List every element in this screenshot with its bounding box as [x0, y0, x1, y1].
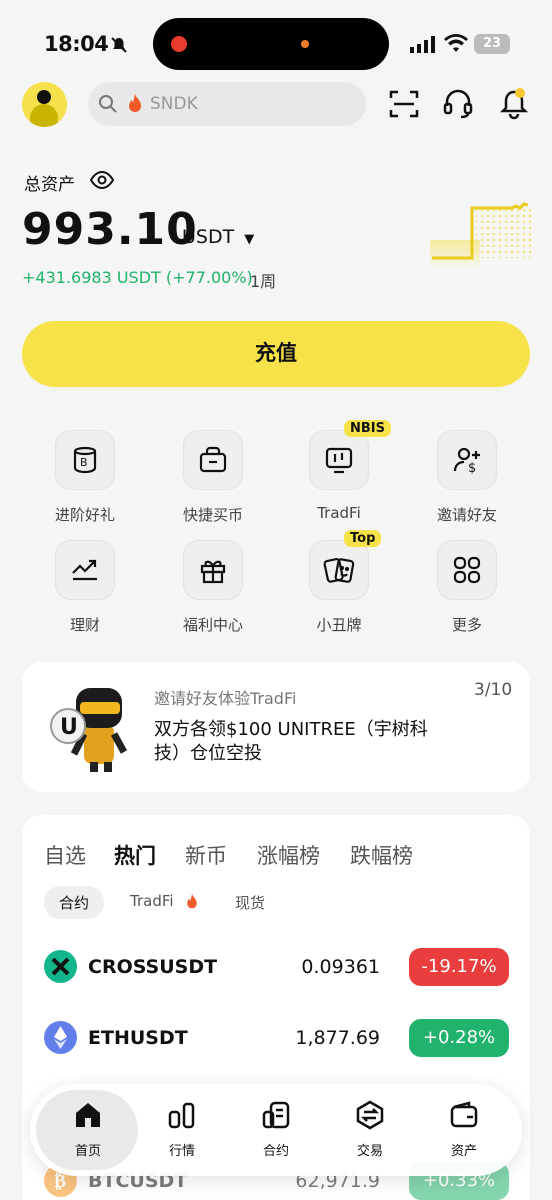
- wifi-icon: [444, 34, 468, 58]
- price: 1,877.69: [295, 1027, 380, 1049]
- tab-trade[interactable]: 交易: [330, 1100, 410, 1159]
- battery-indicator: 23: [474, 34, 510, 54]
- grid-item-tradfi[interactable]: TradFi: [284, 430, 394, 522]
- svg-text:B: B: [80, 456, 88, 469]
- invite-user-icon: $: [437, 430, 497, 490]
- avatar[interactable]: [22, 82, 67, 127]
- gift-bucket-icon: B: [55, 430, 115, 490]
- home-icon: [48, 1100, 128, 1134]
- promo-title: 双方各领$100 UNITREE（宇树科技）仓位空投: [154, 719, 428, 764]
- tab-label: 合约: [262, 1144, 289, 1159]
- notification-bell-icon[interactable]: [496, 86, 532, 122]
- wallet-icon: [424, 1100, 504, 1134]
- tab-label: 首页: [74, 1144, 101, 1159]
- activity-dot-icon: [301, 40, 309, 48]
- symbol: CROSSUSDT: [88, 956, 218, 978]
- grid-item-advanced-gift[interactable]: B 进阶好礼: [30, 430, 140, 525]
- search-input[interactable]: SNDK: [150, 94, 198, 114]
- promo-pager: 3/10: [474, 680, 513, 700]
- currency-label: USDT: [182, 226, 235, 248]
- svg-text:$: $: [468, 461, 476, 475]
- symbol: ETHUSDT: [88, 1027, 188, 1049]
- gift-icon: [183, 540, 243, 600]
- total-assets-label: 总资产: [24, 175, 75, 195]
- chart-monitor-icon: [309, 430, 369, 490]
- nbis-tag: NBIS: [344, 420, 391, 437]
- svg-text:U: U: [60, 715, 78, 740]
- grid-item-quick-buy[interactable]: 快捷买币: [158, 430, 268, 525]
- tab-label: 行情: [168, 1144, 195, 1159]
- grid-item-invite-friends[interactable]: $ 邀请好友: [412, 430, 522, 525]
- eth-coin-icon: [44, 1021, 77, 1054]
- mute-bell-icon: [110, 36, 128, 58]
- change-badge: +0.28%: [409, 1019, 509, 1057]
- mascot-illustration: U: [46, 684, 136, 778]
- top-tag: Top: [344, 530, 382, 547]
- scan-icon[interactable]: [386, 86, 422, 122]
- market-row-cross[interactable]: CROSSUSDT 0.09361 -19.17%: [44, 948, 512, 988]
- change-badge: -19.17%: [409, 948, 509, 986]
- tab-gainers[interactable]: 涨幅榜: [257, 840, 320, 870]
- caret-down-icon: ▼: [244, 232, 255, 247]
- fire-icon: [184, 893, 200, 915]
- tab-hot[interactable]: 热门: [114, 840, 156, 870]
- recording-dot-icon: [171, 36, 187, 52]
- cards-icon: [309, 540, 369, 600]
- grid-label: 快捷买币: [182, 506, 243, 524]
- promo-subtitle: 邀请好友体验TradFi: [154, 689, 297, 708]
- more-grid-icon: [437, 540, 497, 600]
- grid-item-wealth[interactable]: 理财: [30, 540, 140, 635]
- grid-label: 更多: [451, 616, 482, 634]
- pnl-period: 1周: [250, 272, 277, 291]
- tab-markets[interactable]: 行情: [142, 1100, 222, 1159]
- deposit-button[interactable]: 充值: [22, 321, 530, 387]
- search-icon: [98, 94, 118, 118]
- grid-label: TradFi: [317, 504, 361, 522]
- support-headset-icon[interactable]: [440, 86, 476, 122]
- total-balance: 993.10: [22, 204, 198, 255]
- grid-label: 福利中心: [182, 616, 243, 634]
- grid-item-more[interactable]: 更多: [412, 540, 522, 635]
- status-time: 18:04: [44, 32, 109, 56]
- currency-selector[interactable]: USDT ▼: [182, 226, 254, 248]
- dynamic-island: [153, 18, 389, 70]
- price: 0.09361: [301, 956, 380, 978]
- pnl-value: +431.6983 USDT (+77.00%): [22, 268, 253, 287]
- grid-item-rewards-center[interactable]: 福利中心: [158, 540, 268, 635]
- markets-bars-icon: [142, 1100, 222, 1134]
- tab-label: 交易: [356, 1144, 383, 1159]
- grid-label: 理财: [69, 616, 100, 634]
- subtab-futures[interactable]: 合约: [44, 886, 105, 919]
- growth-icon: [55, 540, 115, 600]
- subtab-tradfi[interactable]: TradFi: [130, 892, 174, 910]
- market-row-eth[interactable]: ETHUSDT 1,877.69 +0.28%: [44, 1019, 512, 1059]
- tab-favorites[interactable]: 自选: [44, 840, 86, 870]
- tab-label: 资产: [450, 1144, 477, 1159]
- futures-doc-icon: [236, 1100, 316, 1134]
- tab-futures[interactable]: 合约: [236, 1100, 316, 1159]
- grid-label: 进阶好礼: [54, 506, 115, 524]
- bag-icon: [183, 430, 243, 490]
- tab-assets[interactable]: 资产: [424, 1100, 504, 1159]
- subtab-spot[interactable]: 现货: [235, 892, 265, 913]
- fire-icon: [125, 93, 145, 119]
- grid-label: 小丑牌: [316, 616, 362, 634]
- cross-coin-icon: [44, 950, 77, 983]
- balance-sparkline: [420, 190, 532, 276]
- tab-losers[interactable]: 跌幅榜: [350, 840, 413, 870]
- tab-new-coins[interactable]: 新币: [185, 840, 227, 870]
- signal-icon: [410, 36, 438, 58]
- grid-label: 邀请好友: [436, 506, 497, 524]
- grid-item-joker-cards[interactable]: 小丑牌: [284, 540, 394, 635]
- eye-icon[interactable]: [89, 170, 115, 194]
- trade-swap-icon: [330, 1100, 410, 1134]
- tab-home[interactable]: 首页: [48, 1100, 128, 1159]
